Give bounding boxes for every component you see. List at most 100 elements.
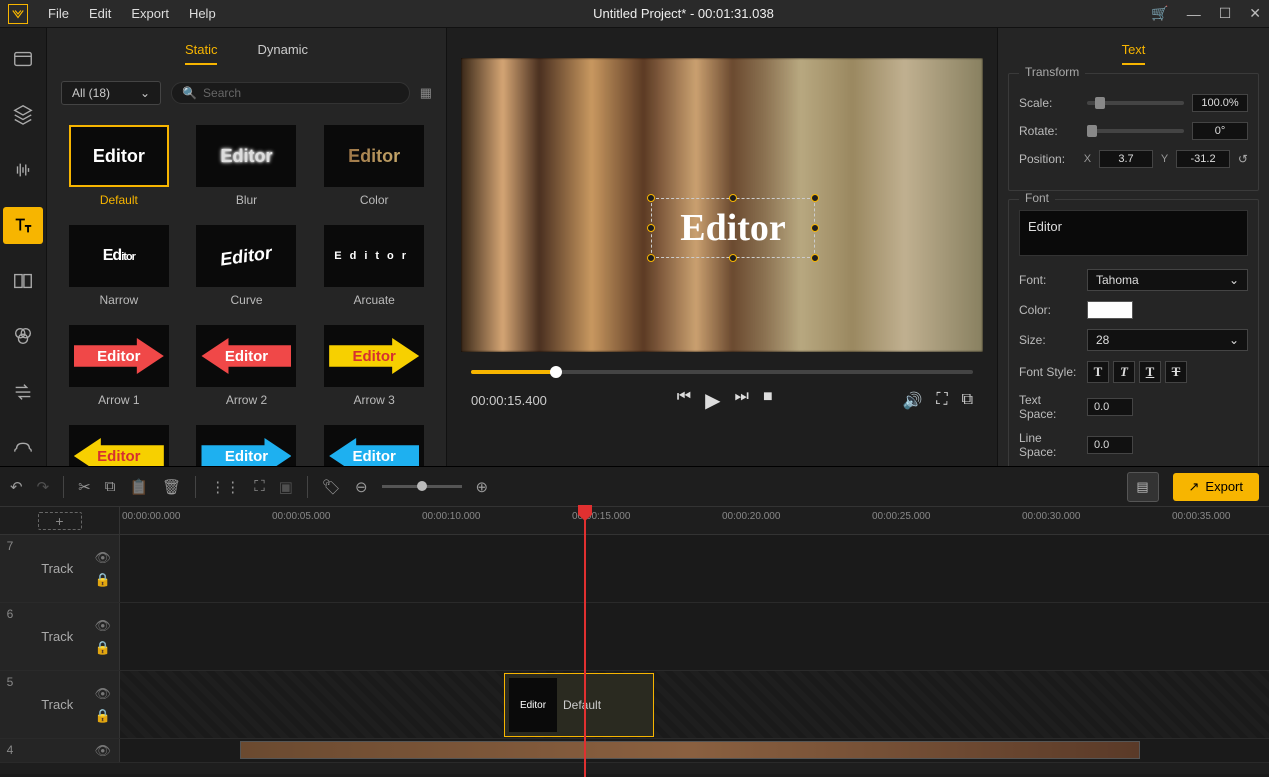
track-content[interactable] — [120, 603, 1269, 670]
font-select[interactable]: Tahoma⌄ — [1087, 269, 1248, 291]
asset-search[interactable]: 🔍 Search — [171, 82, 410, 104]
tool-media[interactable] — [3, 40, 43, 78]
prev-frame-button[interactable]: ⏮ — [677, 388, 691, 413]
stop-button[interactable]: ■ — [763, 388, 773, 413]
zoom-out-button[interactable]: ⊖ — [355, 478, 368, 496]
asset-blur[interactable]: EditorBlur — [189, 125, 305, 207]
tool-layers[interactable] — [3, 96, 43, 134]
timeline-ruler[interactable]: 00:00:00.000 00:00:05.000 00:00:10.000 0… — [120, 507, 1269, 534]
underline-button[interactable]: T — [1139, 361, 1161, 383]
tab-text[interactable]: Text — [1122, 42, 1146, 65]
menu-export[interactable]: Export — [131, 6, 169, 21]
redo-button[interactable]: ↷ — [37, 478, 50, 496]
x-value[interactable]: 3.7 — [1099, 150, 1153, 168]
asset-arrow1[interactable]: EditorArrow 1 — [61, 325, 177, 407]
visibility-icon[interactable]: 👁 — [94, 743, 111, 759]
resize-handle-bl[interactable] — [647, 254, 655, 262]
scale-value[interactable]: 100.0% — [1192, 94, 1248, 112]
textspace-input[interactable]: 0.0 — [1087, 398, 1133, 416]
copy-button[interactable]: ⧉ — [105, 478, 116, 495]
resize-handle-mr[interactable] — [811, 224, 819, 232]
asset-arrow6[interactable]: Editor — [316, 425, 432, 466]
video-clip[interactable] — [240, 741, 1140, 759]
menu-help[interactable]: Help — [189, 6, 216, 21]
resize-handle-tr[interactable] — [811, 194, 819, 202]
next-frame-button[interactable]: ⏭ — [735, 388, 749, 413]
text-overlay-selection[interactable]: Editor — [651, 198, 815, 258]
group-button[interactable]: ▣ — [279, 478, 293, 496]
grid-view-icon[interactable]: ▦ — [420, 85, 432, 101]
tool-filters[interactable] — [3, 318, 43, 356]
asset-filter-dropdown[interactable]: All (18) ⌄ — [61, 81, 161, 105]
resize-handle-tl[interactable] — [647, 194, 655, 202]
fullscreen-icon[interactable]: ⧉ — [962, 391, 973, 411]
asset-arrow4[interactable]: Editor — [61, 425, 177, 466]
color-picker[interactable] — [1087, 301, 1133, 319]
resize-handle-bc[interactable] — [729, 254, 737, 262]
resize-handle-ml[interactable] — [647, 224, 655, 232]
linespace-input[interactable]: 0.0 — [1087, 436, 1133, 454]
lock-icon[interactable]: 🔒 — [94, 640, 111, 656]
delete-button[interactable]: 🗑 — [162, 478, 181, 496]
render-button[interactable]: ▤ — [1127, 472, 1159, 502]
asset-arrow5[interactable]: Editor — [189, 425, 305, 466]
tool-text[interactable] — [3, 207, 43, 245]
snapshot-icon[interactable]: ⛶ — [936, 391, 947, 411]
asset-arrow2[interactable]: EditorArrow 2 — [189, 325, 305, 407]
tab-dynamic[interactable]: Dynamic — [257, 42, 308, 65]
menu-edit[interactable]: Edit — [89, 6, 111, 21]
italic-button[interactable]: T — [1113, 361, 1135, 383]
tool-split[interactable] — [3, 262, 43, 300]
play-button[interactable]: ▶ — [705, 388, 720, 413]
bold-button[interactable]: T — [1087, 361, 1109, 383]
asset-narrow[interactable]: EditorNarrow — [61, 225, 177, 307]
timeline-clip[interactable]: Editor Default — [504, 673, 654, 737]
volume-icon[interactable]: 🔊 — [902, 391, 922, 411]
cart-icon[interactable]: 🛒 — [1151, 5, 1168, 22]
zoom-in-button[interactable]: ⊕ — [476, 478, 489, 496]
maximize-button[interactable]: ☐ — [1219, 5, 1232, 22]
track-content[interactable] — [120, 739, 1269, 762]
marker-button[interactable]: 🏷 — [322, 478, 341, 496]
progress-thumb[interactable] — [550, 366, 562, 378]
cut-button[interactable]: ✂ — [78, 478, 91, 496]
asset-arcuate[interactable]: EditorArcuate — [316, 225, 432, 307]
add-track-button[interactable]: + — [38, 512, 82, 530]
visibility-icon[interactable]: 👁 — [94, 618, 111, 634]
y-value[interactable]: -31.2 — [1176, 150, 1230, 168]
preview-viewport[interactable]: Editor — [461, 58, 983, 352]
minimize-button[interactable]: — — [1187, 6, 1201, 22]
size-select[interactable]: 28⌄ — [1087, 329, 1248, 351]
scale-slider[interactable] — [1087, 101, 1184, 105]
strikethrough-button[interactable]: T — [1165, 361, 1187, 383]
zoom-slider[interactable] — [382, 485, 462, 488]
asset-default[interactable]: EditorDefault — [61, 125, 177, 207]
visibility-icon[interactable]: 👁 — [94, 686, 111, 702]
text-content-input[interactable] — [1019, 210, 1248, 256]
split-button[interactable]: ⋮⋮ — [210, 478, 240, 496]
asset-arrow3[interactable]: EditorArrow 3 — [316, 325, 432, 407]
undo-button[interactable]: ↶ — [10, 478, 23, 496]
tool-audio[interactable] — [3, 151, 43, 189]
paste-button[interactable]: 📋 — [129, 478, 148, 496]
playhead[interactable] — [584, 507, 586, 777]
visibility-icon[interactable]: 👁 — [94, 550, 111, 566]
asset-curve[interactable]: EditorCurve — [189, 225, 305, 307]
crop-button[interactable]: ⛶ — [254, 478, 265, 495]
rotate-value[interactable]: 0° — [1192, 122, 1248, 140]
track-content[interactable] — [120, 535, 1269, 602]
progress-bar[interactable] — [471, 370, 973, 374]
export-button[interactable]: ↗ Export — [1173, 473, 1259, 501]
close-button[interactable]: ✕ — [1249, 5, 1261, 22]
rotate-slider[interactable] — [1087, 129, 1184, 133]
lock-icon[interactable]: 🔒 — [94, 708, 111, 724]
tool-elements[interactable] — [3, 429, 43, 467]
tool-transitions[interactable] — [3, 373, 43, 411]
reset-position-icon[interactable]: ↺ — [1238, 152, 1248, 166]
tab-static[interactable]: Static — [185, 42, 218, 65]
menu-file[interactable]: File — [48, 6, 69, 21]
asset-color[interactable]: EditorColor — [316, 125, 432, 207]
resize-handle-tc[interactable] — [729, 194, 737, 202]
track-content[interactable]: Editor Default — [120, 671, 1269, 738]
lock-icon[interactable]: 🔒 — [94, 572, 111, 588]
